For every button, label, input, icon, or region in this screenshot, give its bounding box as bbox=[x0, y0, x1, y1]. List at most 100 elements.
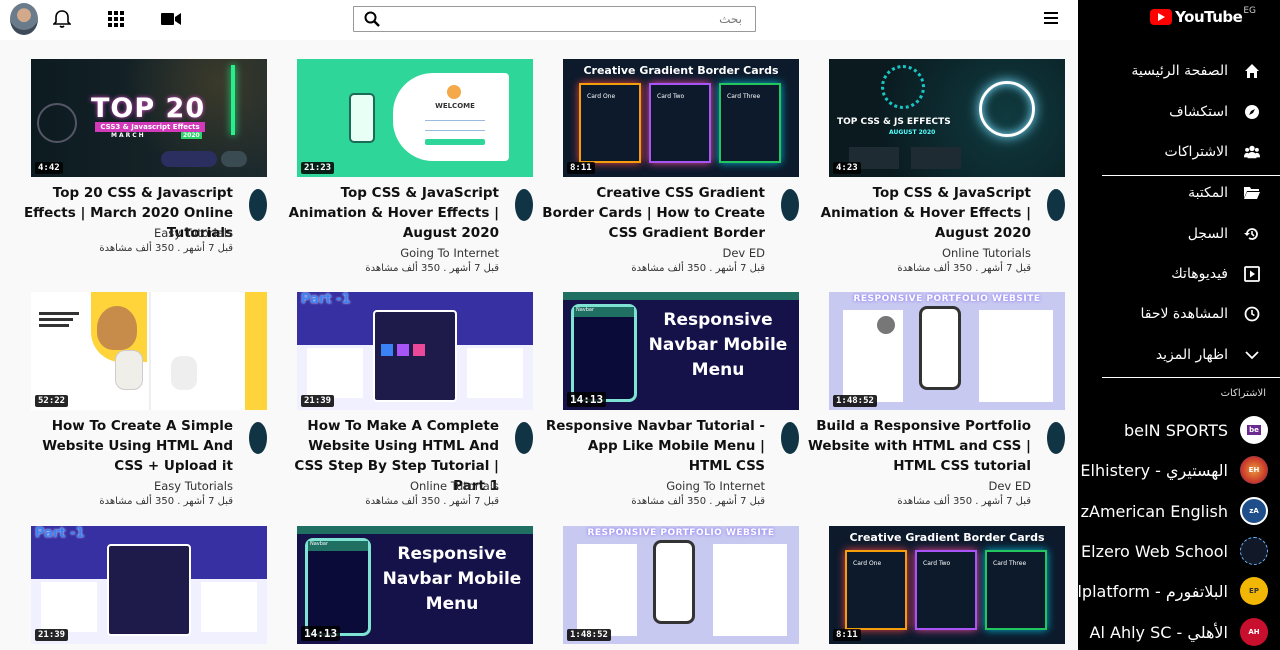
subscription-item[interactable]: Elzero Web School bbox=[1078, 531, 1280, 571]
thumbnail-text: Responsive Navbar Mobile Menu bbox=[382, 544, 522, 614]
compass-icon bbox=[1244, 104, 1260, 120]
video-meta: قبل 7 أشهر . 350 ألف مشاهدة bbox=[99, 496, 233, 507]
channel-avatar bbox=[1240, 537, 1268, 565]
video-thumbnail[interactable]: WELCOME 21:23 bbox=[297, 59, 533, 177]
gradient-card-graphic: Card One bbox=[579, 83, 641, 163]
sidebar-item-explore[interactable]: استكشاف bbox=[1078, 92, 1280, 132]
sidebar-item-library[interactable]: المكتبة bbox=[1078, 173, 1280, 213]
sidebar-item-show-more[interactable]: اظهار المزيد bbox=[1078, 335, 1280, 375]
card-graphic-label: Card Three bbox=[727, 93, 761, 100]
video-thumbnail[interactable]: Navbar Responsive Navbar Mobile Menu 14:… bbox=[297, 526, 533, 644]
phone-graphic bbox=[653, 540, 695, 624]
channel-avatar[interactable] bbox=[515, 422, 533, 454]
video-meta: قبل 7 أشهر . 350 ألف مشاهدة bbox=[897, 263, 1031, 274]
channel-avatar[interactable] bbox=[249, 189, 267, 221]
video-thumbnail[interactable]: Part -1 21:39 bbox=[297, 292, 533, 410]
sidebar-item-label: اظهار المزيد bbox=[1155, 347, 1228, 363]
subscription-item[interactable]: beIN SPORTS be bbox=[1078, 410, 1280, 450]
video-title[interactable]: Creative CSS Gradient Border Cards | How… bbox=[541, 183, 765, 243]
channel-name[interactable]: Online Tutorials bbox=[942, 246, 1031, 260]
gradient-card-graphic: Card Three bbox=[719, 83, 781, 163]
sidebar-item-home[interactable]: الصفحة الرئيسية bbox=[1078, 51, 1280, 91]
channel-avatar: EH bbox=[1240, 456, 1268, 484]
video-title[interactable]: Build a Responsive Portfolio Website wit… bbox=[807, 416, 1031, 476]
glow-ring-graphic bbox=[979, 81, 1035, 137]
subscription-item[interactable]: Elplatform - البلاتفورم EP bbox=[1078, 571, 1280, 611]
home-icon bbox=[1244, 63, 1260, 79]
channel-avatar-text: be bbox=[1247, 425, 1261, 435]
sidebar-item-your-videos[interactable]: فيديوهاتك bbox=[1078, 254, 1280, 294]
subscription-item[interactable]: Elhistery - الهستيري EH bbox=[1078, 450, 1280, 490]
sidebar-item-label: الاشتراكات bbox=[1164, 144, 1228, 160]
channel-avatar[interactable] bbox=[249, 422, 267, 454]
dog-graphic bbox=[171, 356, 197, 390]
tile-graphic bbox=[397, 344, 409, 356]
channel-name[interactable]: Going To Internet bbox=[666, 479, 765, 493]
sidebar-item-history[interactable]: السجل bbox=[1078, 214, 1280, 254]
laptop-graphic bbox=[373, 310, 457, 402]
card-graphic-label: Card Two bbox=[923, 560, 951, 567]
card-graphic-label: Card Three bbox=[993, 560, 1027, 567]
video-thumbnail[interactable]: TOP CSS & JS EFFECTS AUGUST 2020 4:23 bbox=[829, 59, 1065, 177]
duration-badge: 1:48:52 bbox=[567, 629, 611, 641]
video-thumbnail[interactable]: Navbar Responsive Navbar Mobile Menu 14:… bbox=[563, 292, 799, 410]
bell-icon[interactable] bbox=[51, 8, 73, 30]
video-thumbnail[interactable]: Creative Gradient Border Cards Card One … bbox=[829, 526, 1065, 644]
channel-avatar[interactable] bbox=[781, 189, 799, 221]
video-thumbnail[interactable]: 52:22 bbox=[31, 292, 267, 410]
sidebar-divider bbox=[1102, 377, 1280, 378]
channel-avatar[interactable] bbox=[1047, 189, 1065, 221]
youtube-play-icon bbox=[1150, 9, 1173, 25]
clock-icon bbox=[1244, 306, 1260, 322]
sidebar-item-subscriptions[interactable]: الاشتراكات bbox=[1078, 132, 1280, 172]
channel-name[interactable]: Dev ED bbox=[988, 479, 1031, 493]
apps-grid-icon[interactable] bbox=[105, 8, 127, 30]
duration-badge: 14:13 bbox=[301, 626, 341, 641]
video-thumbnail[interactable]: RESPONSIVE PORTFOLIO WEBSITE 1:48:52 bbox=[829, 292, 1065, 410]
form-line bbox=[425, 127, 485, 131]
video-title[interactable]: Top CSS & JavaScript Animation & Hover E… bbox=[807, 183, 1031, 243]
search-input[interactable] bbox=[394, 7, 750, 31]
phone-navbar-label: Navbar bbox=[574, 307, 634, 317]
video-thumbnail[interactable]: Part -1 21:39 bbox=[31, 526, 267, 644]
neon-bar bbox=[231, 65, 235, 135]
video-camera-icon[interactable] bbox=[160, 8, 182, 30]
top-header bbox=[0, 0, 1078, 40]
subscriptions-icon bbox=[1244, 144, 1260, 160]
text-line-graphic bbox=[39, 318, 73, 321]
menu-hamburger-icon[interactable] bbox=[1044, 12, 1058, 26]
subscription-item[interactable]: zAmerican English zA bbox=[1078, 491, 1280, 531]
video-title[interactable]: Responsive Navbar Tutorial - App Like Mo… bbox=[541, 416, 765, 476]
video-title[interactable]: How To Create A Simple Website Using HTM… bbox=[9, 416, 233, 476]
sidebar-item-watch-later[interactable]: المشاهدة لاحقا bbox=[1078, 294, 1280, 334]
channel-avatar: zA bbox=[1240, 497, 1268, 525]
channel-name[interactable]: Easy Tutorials bbox=[154, 226, 233, 240]
search-icon[interactable] bbox=[364, 11, 382, 29]
video-meta: قبل 7 أشهر . 350 ألف مشاهدة bbox=[365, 496, 499, 507]
chevron-down-icon bbox=[1244, 347, 1260, 363]
user-avatar[interactable] bbox=[10, 3, 38, 35]
video-thumbnail[interactable]: Creative Gradient Border Cards Card One … bbox=[563, 59, 799, 177]
channel-avatar[interactable] bbox=[515, 189, 533, 221]
channel-name[interactable]: Dev ED bbox=[722, 246, 765, 260]
thumbnail-text: MARCH bbox=[111, 132, 146, 139]
duration-badge: 4:23 bbox=[833, 162, 861, 174]
channel-avatar[interactable] bbox=[1047, 422, 1065, 454]
channel-name[interactable]: Online Tutorials bbox=[410, 479, 499, 493]
channel-avatar[interactable] bbox=[781, 422, 799, 454]
subscription-item[interactable]: Al Ahly SC - الأهلي AH bbox=[1078, 612, 1280, 650]
phone-graphic: Navbar bbox=[571, 304, 637, 402]
thumbnail-text: RESPONSIVE PORTFOLIO WEBSITE bbox=[587, 528, 775, 538]
card-graphic-label: Card One bbox=[853, 560, 882, 567]
text-line-graphic bbox=[39, 312, 79, 315]
video-thumbnail[interactable]: TOP 20 CSS3 & Javascript Effects MARCH 2… bbox=[31, 59, 267, 177]
youtube-logo[interactable]: YouTube EG bbox=[1150, 6, 1256, 26]
video-thumbnail[interactable]: RESPONSIVE PORTFOLIO WEBSITE 1:48:52 bbox=[563, 526, 799, 644]
portrait-graphic bbox=[877, 316, 895, 334]
tile-graphic bbox=[381, 344, 393, 356]
thumbnail-text: AUGUST 2020 bbox=[889, 129, 936, 136]
channel-name[interactable]: Going To Internet bbox=[400, 246, 499, 260]
video-title[interactable]: Top CSS & JavaScript Animation & Hover E… bbox=[275, 183, 499, 243]
clock-graphic bbox=[37, 103, 77, 143]
channel-name[interactable]: Easy Tutorials bbox=[154, 479, 233, 493]
